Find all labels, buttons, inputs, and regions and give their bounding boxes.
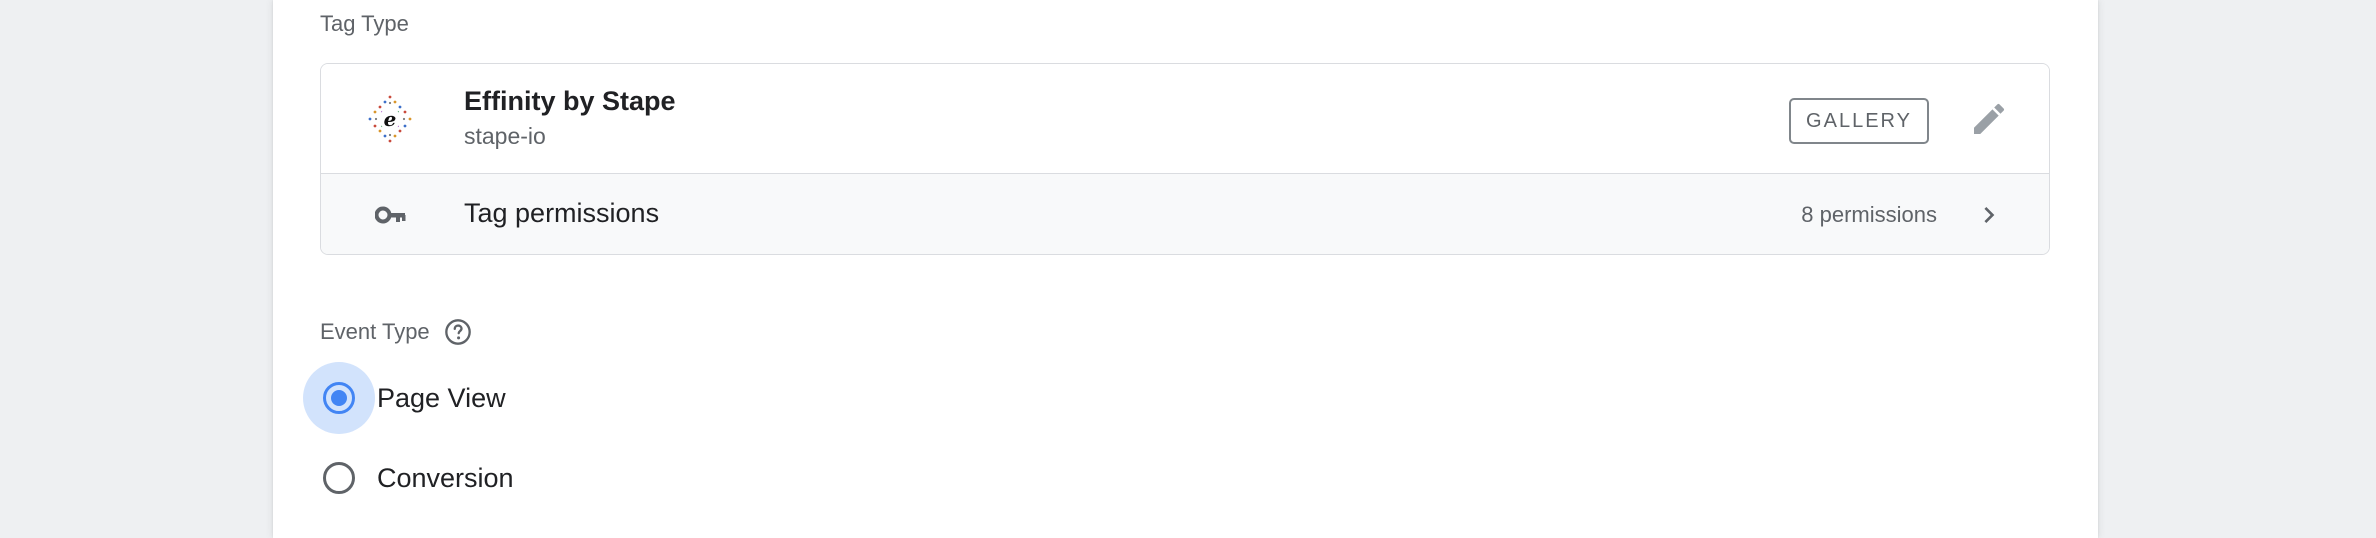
key-icon <box>375 206 406 224</box>
radio-label: Conversion <box>377 462 514 493</box>
event-type-option-page-view[interactable]: Page View <box>303 362 506 434</box>
tag-configuration-panel: Tag Type e Effinity by Stape stape-io GA… <box>273 0 2098 538</box>
radio-button-unchecked[interactable] <box>323 462 355 494</box>
radio-focus-halo <box>303 362 375 434</box>
tag-permissions-row[interactable]: Tag permissions 8 permissions <box>321 174 2049 254</box>
radio-button-checked[interactable] <box>323 382 355 414</box>
chevron-right-icon <box>1984 207 1995 223</box>
effinity-logo-icon: e <box>368 95 412 143</box>
tag-type-label: Tag Type <box>320 11 409 36</box>
tag-publisher: stape-io <box>464 123 546 149</box>
radio-dot <box>331 390 347 406</box>
tag-type-row[interactable]: e Effinity by Stape stape-io GALLERY <box>321 64 2049 174</box>
pencil-icon <box>1974 103 2005 134</box>
event-type-option-conversion[interactable]: Conversion <box>303 442 514 514</box>
radio-halo <box>303 442 375 514</box>
radio-label: Page View <box>377 382 506 413</box>
tag-name: Effinity by Stape <box>464 86 676 116</box>
edit-tag-type-button[interactable] <box>1967 97 2011 141</box>
tag-permissions-label: Tag permissions <box>464 198 660 228</box>
event-type-label: Event Type <box>320 319 430 344</box>
help-circle-icon[interactable] <box>444 318 472 346</box>
gallery-badge: GALLERY <box>1789 98 1929 144</box>
tag-type-card: e Effinity by Stape stape-io GALLERY Tag… <box>320 63 2050 255</box>
permissions-count: 8 permissions <box>1801 202 1937 227</box>
event-type-header: Event Type <box>320 318 472 346</box>
logo-letter: e <box>384 107 397 131</box>
